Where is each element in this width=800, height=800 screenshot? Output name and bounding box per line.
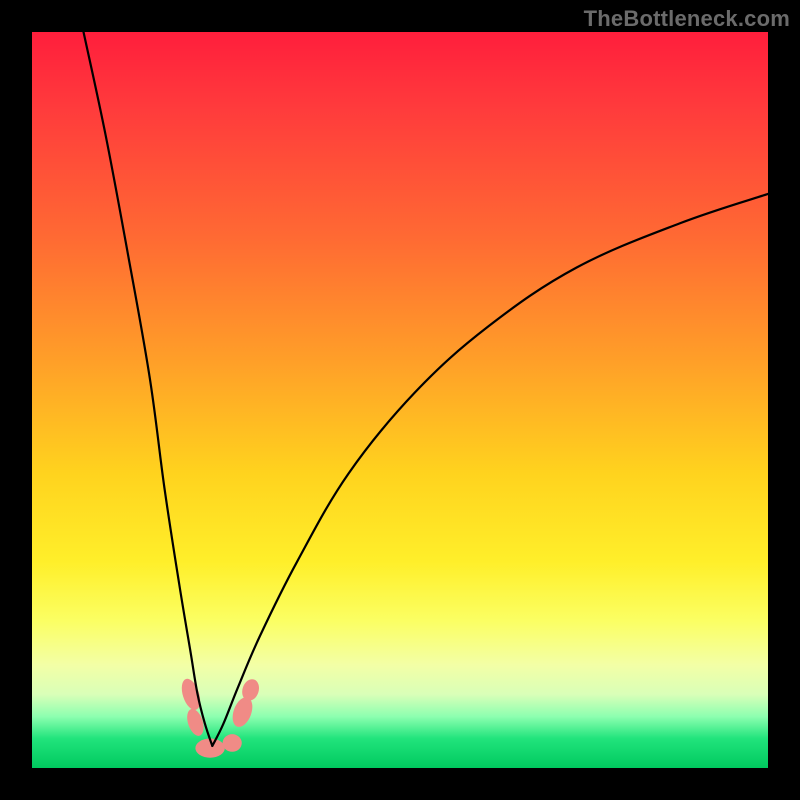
right-curve: [212, 194, 768, 746]
trough-blob: [184, 707, 207, 738]
chart-svg: [32, 32, 768, 768]
watermark-text: TheBottleneck.com: [584, 6, 790, 32]
trough-blobs: [178, 676, 261, 757]
left-curve: [84, 32, 213, 746]
trough-blob: [223, 734, 242, 752]
